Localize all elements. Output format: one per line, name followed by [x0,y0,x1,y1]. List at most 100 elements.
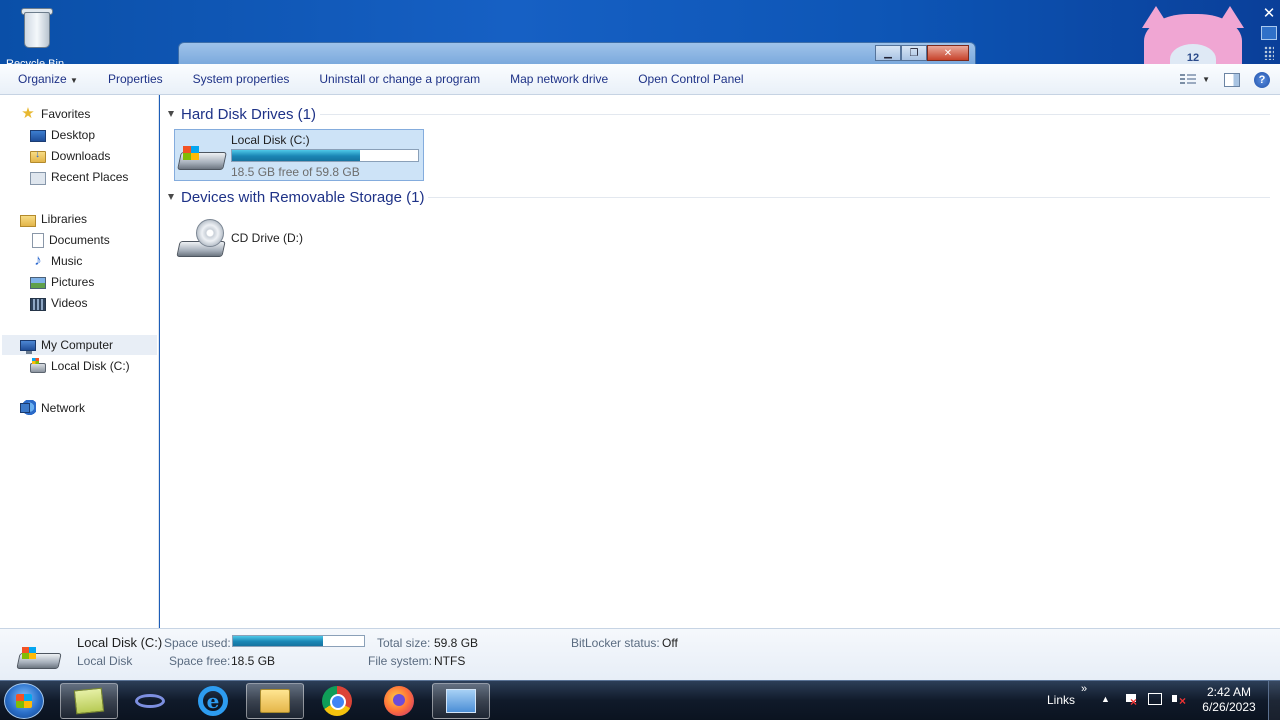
taskbar-computer-window[interactable] [432,683,490,719]
desktop-icon [30,130,46,142]
group-divider [320,114,1270,115]
recycle-bin-body [24,12,50,48]
nav-network[interactable]: Network [20,398,85,418]
nav-label: Pictures [51,275,95,289]
links-chevron-icon[interactable]: » [1081,683,1087,695]
show-desktop-button[interactable] [1268,681,1280,720]
nav-libraries[interactable]: Libraries [20,209,87,229]
views-icon [1180,73,1197,87]
organize-label: Organize [18,71,67,86]
command-bar: Organize ▼ Properties System properties … [0,64,1280,95]
nav-downloads[interactable]: Downloads [30,146,110,166]
taskbar-chrome[interactable] [308,683,366,719]
file-system-value: NTFS [434,654,466,668]
drive-name: CD Drive (D:) [231,231,303,245]
file-system-label: File system: [368,654,433,668]
nav-label: Favorites [41,107,91,121]
nav-label: Desktop [51,128,96,142]
cat-clock-gadget[interactable]: 12 [1138,6,1248,74]
clock-time: 2:42 AM [1206,685,1252,699]
cd-drive-d-tile[interactable]: CD Drive (D:) [174,213,374,265]
taskbar-file-explorer[interactable] [246,683,304,719]
disc-icon [196,219,224,247]
open-control-panel-button[interactable]: Open Control Panel [623,64,758,95]
internet-explorer-icon: e [198,686,228,716]
collapse-triangle-icon [168,194,174,200]
change-view-button[interactable]: ▼ [1180,73,1210,87]
taskbar-app-loop[interactable] [121,683,179,719]
nav-label: Downloads [51,149,111,163]
film-icon [30,297,46,311]
taskbar: e Links » ▲ 2:42 AM 6/26/2023 [0,680,1280,720]
minimize-button[interactable]: ▁ [875,45,901,61]
folder-icon [260,689,290,713]
nav-label: Libraries [41,212,88,226]
nav-label: Local Disk (C:) [51,359,130,373]
hdd-group-header[interactable]: Hard Disk Drives (1) [168,104,316,124]
details-pane: Local Disk (C:) Local Disk Space used: S… [0,628,1280,680]
recycle-bin-icon[interactable] [18,6,56,50]
preview-pane-icon[interactable] [1224,72,1240,87]
volume-muted-icon[interactable] [1171,691,1187,708]
space-free-value: 18.5 GB [231,654,276,668]
map-network-drive-button[interactable]: Map network drive [495,64,623,95]
organize-menu[interactable]: Organize ▼ [0,64,93,95]
nav-label: Music [51,254,83,268]
action-center-flag-icon[interactable] [1124,693,1138,709]
computer-icon [20,340,36,354]
links-toolbar[interactable]: Links [1047,693,1075,707]
nav-desktop[interactable]: Desktop [30,125,95,145]
desktop-background: Recycle Bin ▁ ❐ ✕ 12 ✕ [0,0,1280,74]
nav-music[interactable]: ♪ Music [30,251,82,271]
help-icon[interactable]: ? [1254,71,1270,88]
disk-usage-bar [231,149,419,162]
group-title: Hard Disk Drives (1) [181,105,317,123]
nav-pictures[interactable]: Pictures [30,272,94,292]
removable-group-header[interactable]: Devices with Removable Storage (1) [168,187,424,207]
nav-favorites[interactable]: ★ Favorites [20,104,90,124]
taskbar-sticky-notes[interactable] [60,683,118,719]
show-hidden-icons-button[interactable]: ▲ [1101,694,1110,704]
system-properties-button[interactable]: System properties [178,64,305,95]
local-disk-c-tile[interactable]: Local Disk (C:) 18.5 GB free of 59.8 GB [174,129,424,181]
close-button[interactable]: ✕ [927,45,969,61]
network-status-icon[interactable] [1148,693,1162,705]
nav-local-disk[interactable]: Local Disk (C:) [30,356,130,376]
music-note-icon: ♪ [34,252,42,269]
drive-free-space: 18.5 GB free of 59.8 GB [231,165,360,179]
sticky-notes-icon [73,687,105,715]
bitlocker-value: Off [662,636,678,650]
restore-button[interactable]: ❐ [901,45,927,61]
start-button[interactable] [4,683,44,719]
nav-my-computer[interactable]: My Computer [2,335,157,355]
gadget-options-icon[interactable] [1261,26,1277,40]
uninstall-program-button[interactable]: Uninstall or change a program [304,64,495,95]
nav-label: Documents [49,233,110,247]
nav-recent-places[interactable]: Recent Places [30,167,128,187]
network-icon [20,400,36,416]
space-used-label: Space used: [164,636,231,650]
details-drive-name: Local Disk (C:) [77,635,163,650]
recent-places-icon [30,171,46,185]
drive-name: Local Disk (C:) [231,133,310,147]
disk-usage-fill [232,150,361,161]
background-window-titlebar[interactable]: ▁ ❐ ✕ [178,42,976,66]
background-window-controls: ▁ ❐ ✕ [875,45,969,61]
navigation-pane: ★ Favorites Desktop Downloads Recent Plac… [0,95,159,628]
nav-documents[interactable]: Documents [30,230,110,250]
taskbar-internet-explorer[interactable]: e [184,683,242,719]
nav-videos[interactable]: Videos [30,293,87,313]
hard-drive-icon [177,144,227,172]
properties-button[interactable]: Properties [93,64,178,95]
windows-logo-icon [22,647,36,659]
space-used-bar [232,635,365,647]
chevron-down-icon: ▼ [70,75,78,85]
computer-window-icon [446,689,476,713]
picture-icon [30,277,46,289]
toolbar-right-group: ▼ ? [1180,64,1270,95]
taskbar-firefox[interactable] [370,683,428,719]
chrome-icon [322,686,352,716]
system-clock[interactable]: 2:42 AM 6/26/2023 [1196,685,1262,715]
gadget-close-icon[interactable]: ✕ [1261,6,1277,22]
gadget-drag-handle[interactable] [1264,46,1274,60]
